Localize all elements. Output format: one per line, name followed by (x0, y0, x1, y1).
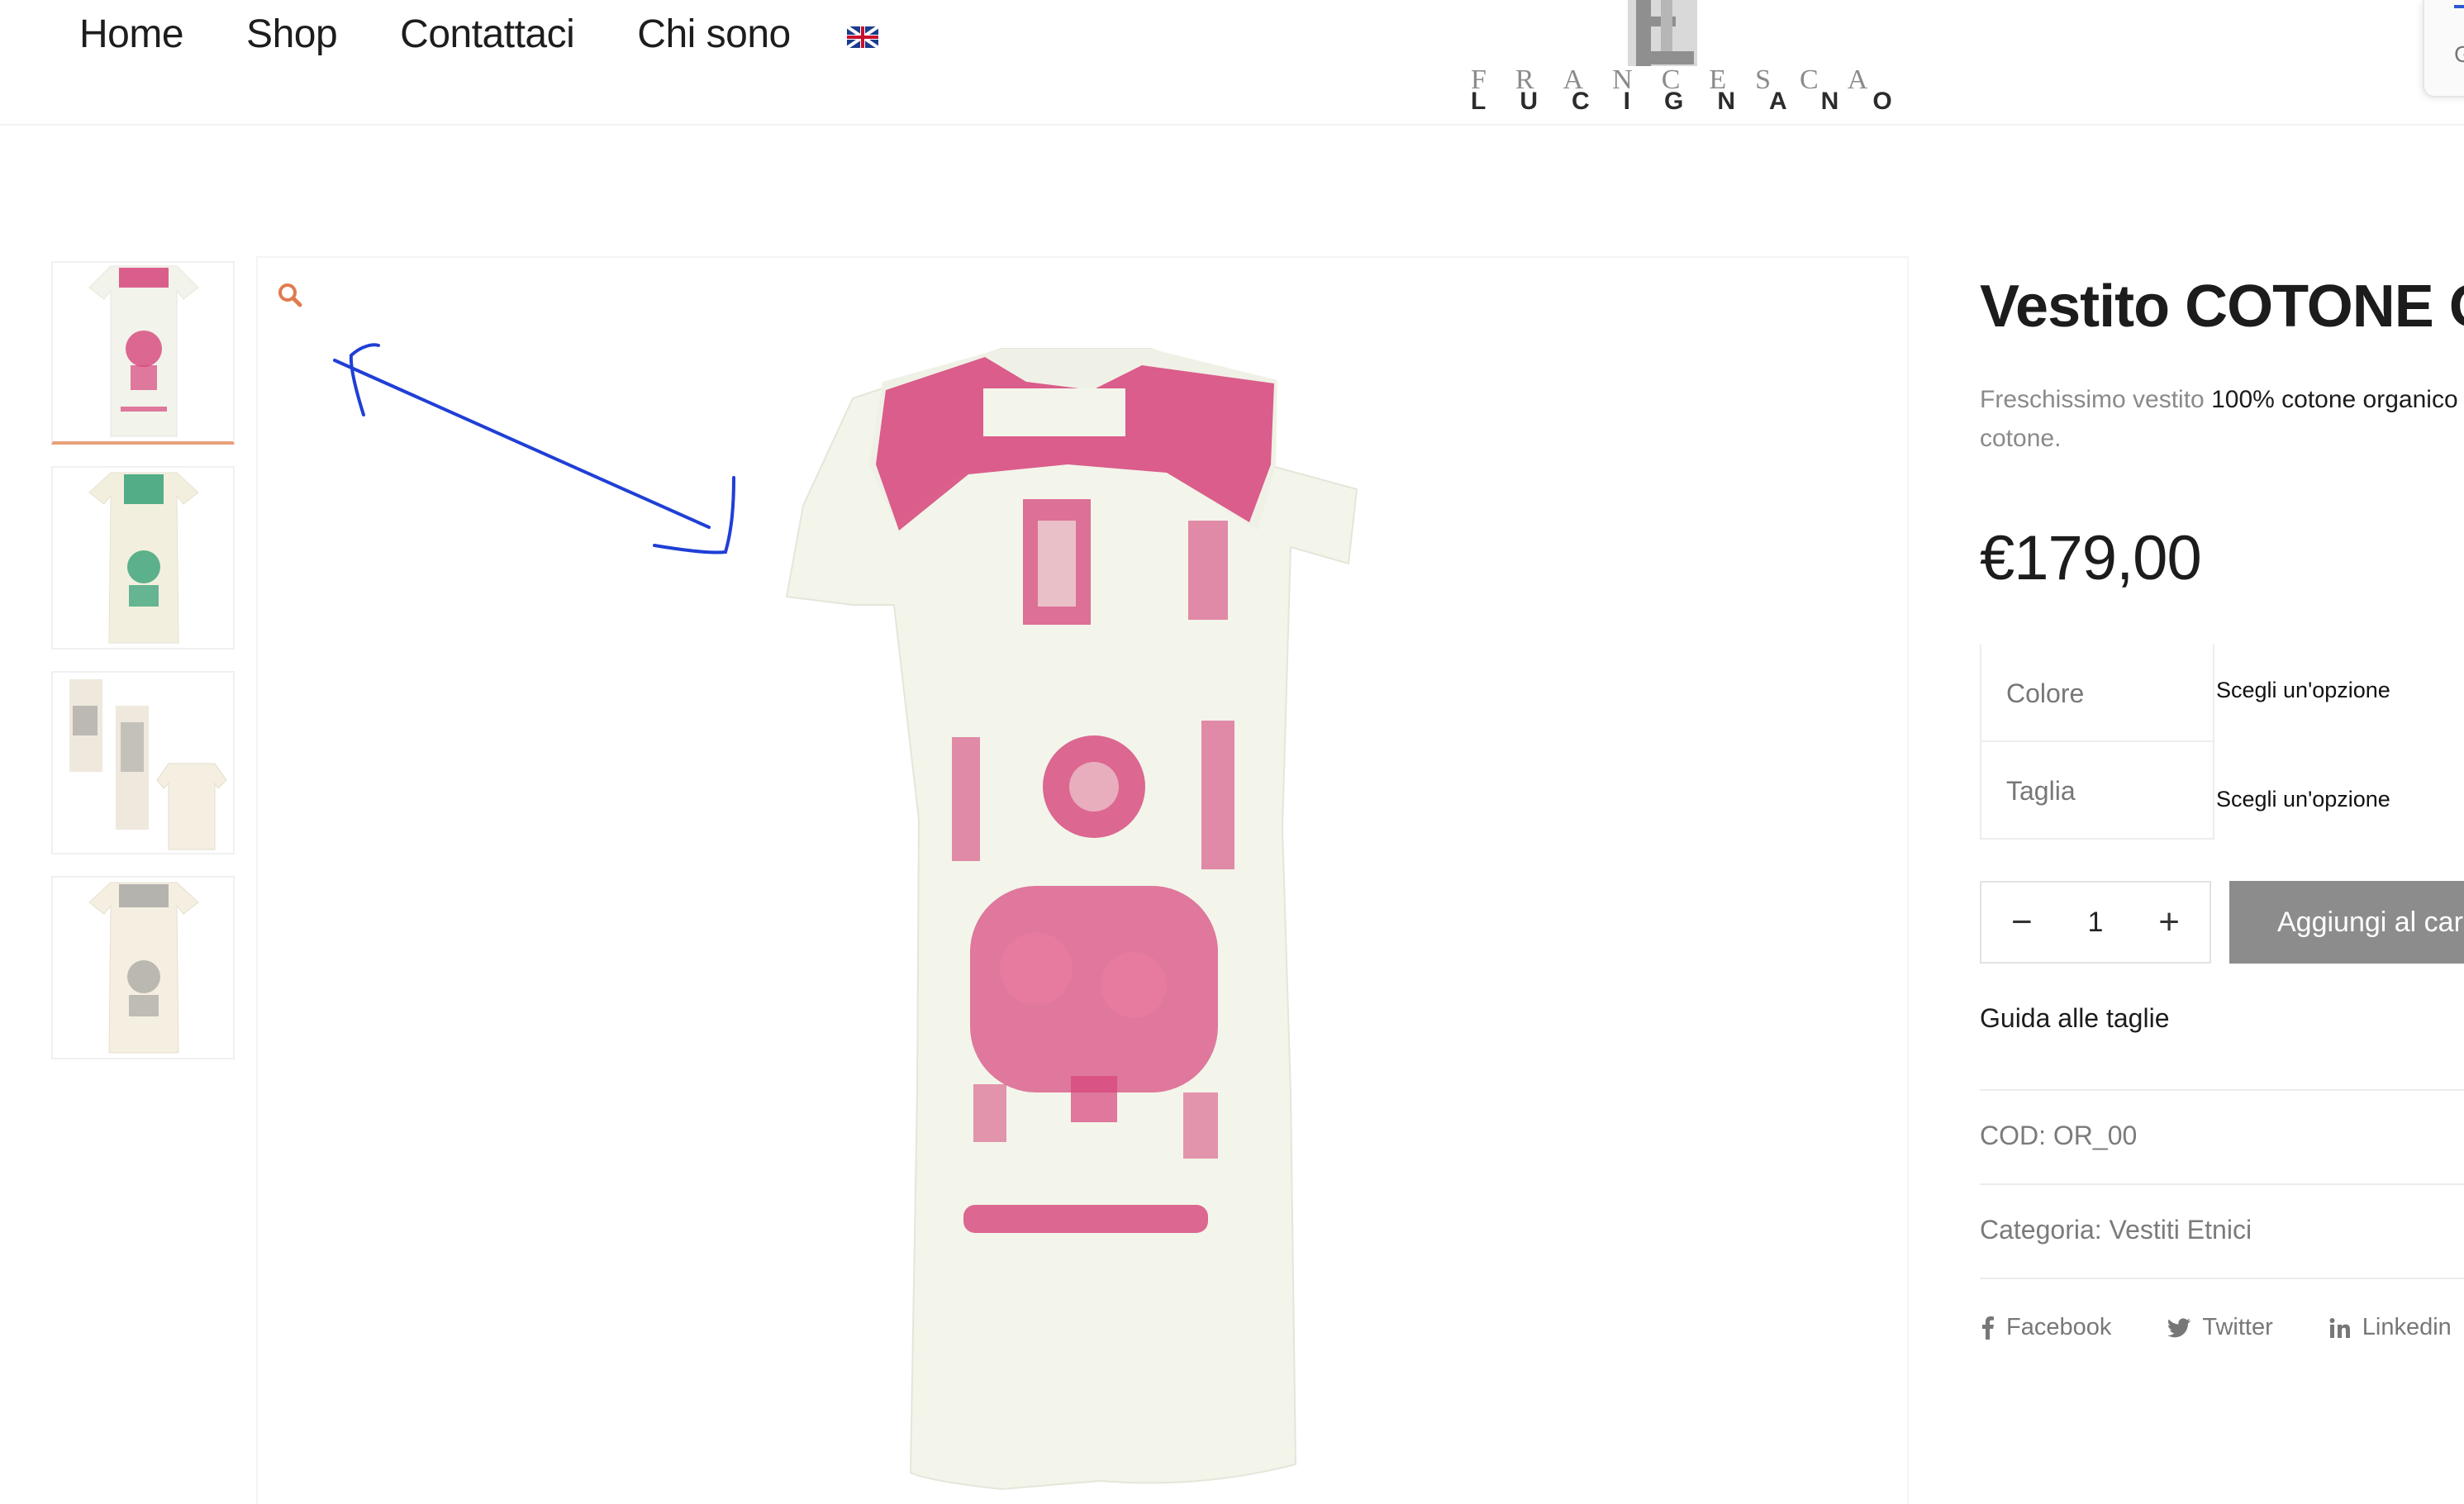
size-select[interactable]: Scegli un'opzione (2216, 787, 2390, 812)
variation-row-color: Colore Scegli un'opzione (1980, 645, 2464, 742)
nav-shop[interactable]: Shop (246, 12, 338, 57)
popup-letter: G (2454, 41, 2464, 67)
product-sku: COD: OR_00 (1980, 1121, 2138, 1150)
color-select[interactable]: Scegli un'opzione (2216, 678, 2390, 703)
description-bold: 100% cotone organico (2211, 386, 2458, 413)
uk-flag-icon[interactable] (846, 26, 878, 48)
nav-home[interactable]: Home (79, 12, 184, 57)
share-linkedin-label: Linkedin (2362, 1314, 2452, 1340)
product-category[interactable]: Categoria: Vestiti Etnici (1980, 1215, 2252, 1245)
size-guide-link[interactable]: Guida alle taglie (1980, 1003, 2169, 1034)
logo-monogram (1628, 0, 1697, 66)
logo-text-bottom: LUCIGNANO (1471, 88, 1926, 115)
product-description: Freschissimo vestito 100% cotone organic… (1980, 377, 2464, 423)
quantity-minus-button[interactable]: − (2011, 904, 2033, 940)
site-header: Home Shop Contattaci Chi sono FRANCESCA … (0, 0, 2464, 126)
thumbnail-green-dress[interactable] (51, 466, 235, 650)
share-links: Facebook Twitter Linkedin (1980, 1314, 2464, 1341)
facebook-icon (1982, 1316, 1994, 1340)
nav-contact[interactable]: Contattaci (400, 12, 575, 57)
thumb-image (88, 265, 199, 437)
share-facebook[interactable]: Facebook (1980, 1314, 2111, 1341)
variations-table: Colore Scegli un'opzione Taglia Scegli u… (1980, 645, 2464, 840)
add-to-cart-button[interactable]: Aggiungi al carrello (2229, 881, 2464, 964)
variation-label-size: Taglia (1980, 742, 2214, 840)
thumb-image (88, 472, 199, 644)
share-twitter[interactable]: Twitter (2167, 1314, 2273, 1341)
thumbnail-grey-set[interactable] (51, 671, 235, 854)
product-main-image[interactable] (256, 256, 1909, 1504)
popup-accent-bar (2454, 5, 2464, 8)
quantity-stepper: − 1 + (1980, 881, 2211, 964)
divider (1980, 1183, 2464, 1185)
share-twitter-label: Twitter (2202, 1314, 2273, 1340)
description-suffix: c (2458, 386, 2464, 413)
side-popup[interactable]: G (2423, 0, 2464, 98)
twitter-icon (2167, 1317, 2191, 1337)
nav-about[interactable]: Chi sono (637, 12, 791, 57)
divider (1980, 1278, 2464, 1279)
share-linkedin[interactable]: Linkedin (2329, 1314, 2452, 1341)
description-prefix: Freschissimo vestito (1980, 386, 2212, 413)
thumbnail-pink-dress[interactable] (51, 261, 235, 445)
quantity-plus-button[interactable]: + (2158, 904, 2180, 940)
product-price: €179,00 (1980, 523, 2202, 593)
variation-row-size: Taglia Scegli un'opzione (1980, 742, 2464, 840)
thumb-image (88, 882, 199, 1054)
thumb-image (69, 679, 227, 850)
thumbnail-grey-dress[interactable] (51, 876, 235, 1059)
product-title: Vestito COTONE OR (1980, 274, 2464, 340)
variation-label-color: Colore (1980, 645, 2214, 742)
brand-logo[interactable]: FRANCESCA LUCIGNANO (1454, 0, 1917, 122)
thumbnail-list (51, 261, 236, 1081)
main-nav: Home Shop Contattaci Chi sono (79, 12, 878, 57)
product-description-line2: cotone. (1980, 425, 2062, 452)
linkedin-icon (2329, 1317, 2350, 1338)
divider (1980, 1089, 2464, 1091)
dress-image (785, 348, 1358, 1491)
share-facebook-label: Facebook (2006, 1314, 2112, 1340)
quantity-value[interactable]: 1 (2088, 907, 2104, 939)
